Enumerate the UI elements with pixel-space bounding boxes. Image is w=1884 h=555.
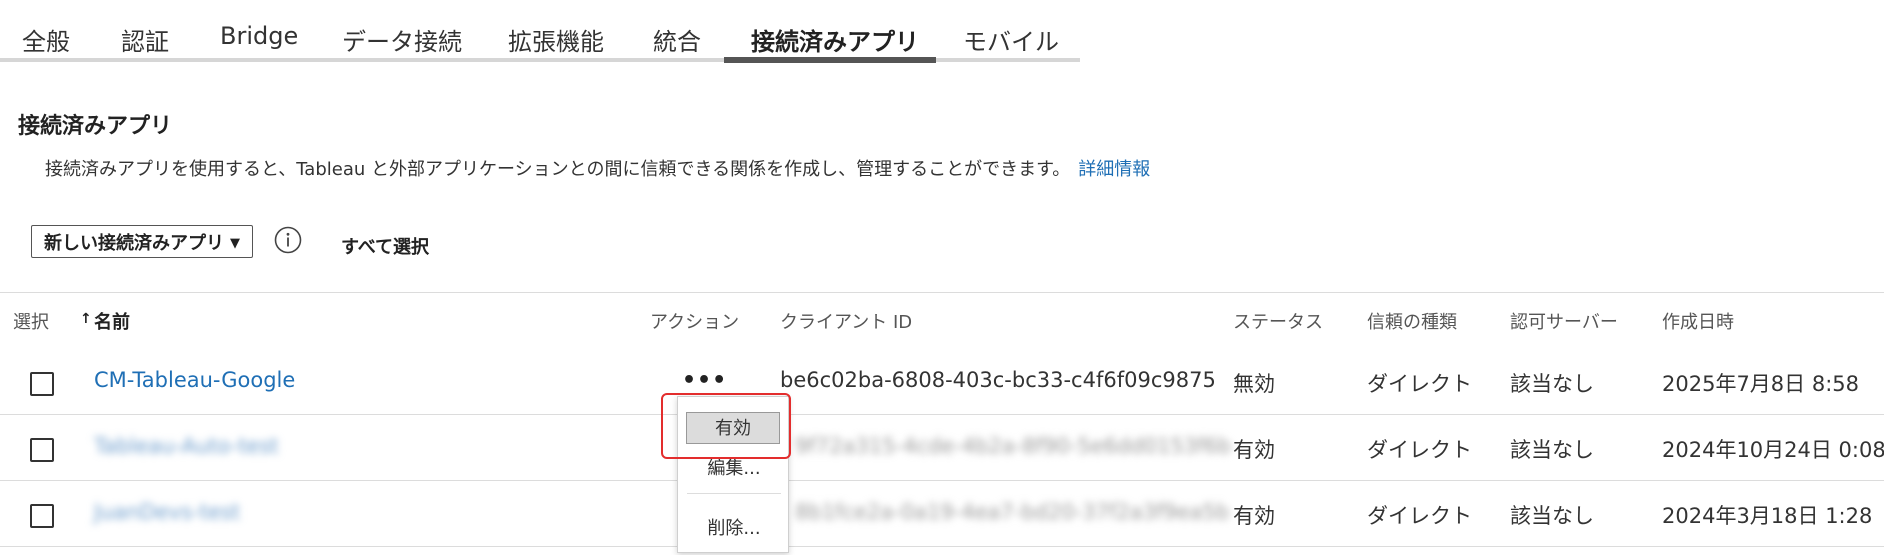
tab-data-connections[interactable]: データ接続 — [342, 22, 462, 57]
created-date: 2024年10月24日 0:08 — [1662, 438, 1884, 462]
row-divider — [0, 480, 1884, 481]
row-divider — [0, 546, 1884, 547]
trust-type-text: ダイレクト — [1367, 438, 1472, 462]
row-actions-button[interactable]: ••• — [682, 368, 727, 393]
select-all-button[interactable]: すべて選択 — [341, 233, 429, 259]
header-client-id[interactable]: クライアント ID — [780, 308, 912, 334]
section-description: 接続済みアプリを使用すると、Tableau と外部アプリケーションとの間に信頼で… — [45, 155, 1150, 181]
client-id: be6c02ba-6808-403c-bc33-c4f6f09c9875 — [780, 368, 1216, 392]
description-text: 接続済みアプリを使用すると、Tableau と外部アプリケーションとの間に信頼で… — [45, 159, 1071, 180]
tab-connected-apps[interactable]: 接続済みアプリ — [751, 22, 919, 57]
learn-more-link[interactable]: 詳細情報 — [1078, 159, 1150, 180]
app-name-link[interactable]: Tableau-Auto-test — [94, 434, 279, 458]
app-name-link[interactable]: CM-Tableau-Google — [94, 368, 295, 392]
row-checkbox[interactable] — [30, 372, 54, 396]
created-date: 2025年7月8日 8:58 — [1662, 372, 1859, 396]
auth-server-text: 該当なし — [1510, 372, 1594, 396]
auth-server-text: 該当なし — [1510, 438, 1594, 462]
new-connected-app-button[interactable]: 新しい接続済みアプリ ▼ — [31, 225, 253, 258]
header-actions: アクション — [650, 312, 740, 333]
tab-bridge[interactable]: Bridge — [220, 22, 298, 50]
header-select: 選択 — [13, 312, 49, 333]
chevron-down-icon: ▼ — [230, 236, 240, 251]
annotation-highlight-box — [661, 393, 791, 459]
header-auth-server[interactable]: 認可サーバー — [1510, 308, 1618, 334]
trust-type-text: ダイレクト — [1367, 372, 1472, 396]
header-created[interactable]: 作成日時 — [1662, 308, 1734, 334]
settings-tab-bar: 全般 認証 Bridge データ接続 拡張機能 統合 接続済みアプリ モバイル — [0, 0, 1080, 64]
created-date: 2024年3月18日 1:28 — [1662, 504, 1873, 528]
table-top-divider — [0, 292, 1884, 293]
row-checkbox[interactable] — [30, 438, 54, 462]
tab-integrations[interactable]: 統合 — [653, 22, 701, 57]
tab-extensions[interactable]: 拡張機能 — [508, 22, 604, 57]
tab-authentication[interactable]: 認証 — [121, 22, 169, 57]
app-name-link[interactable]: JuanDevs-test — [94, 500, 240, 524]
tab-mobile[interactable]: モバイル — [963, 22, 1059, 57]
active-tab-indicator — [724, 57, 936, 63]
row-checkbox[interactable] — [30, 504, 54, 528]
client-id: 8b1fce2a-0a19-4ea7-bd20-37f2a3f9ea5b — [795, 500, 1230, 524]
status-text: 無効 — [1233, 372, 1275, 396]
auth-server-text: 該当なし — [1510, 504, 1594, 528]
row-divider — [0, 414, 1884, 415]
new-connected-app-label: 新しい接続済みアプリ — [44, 232, 224, 254]
status-text: 有効 — [1233, 438, 1275, 462]
header-trust-type[interactable]: 信頼の種類 — [1367, 308, 1457, 334]
tab-general[interactable]: 全般 — [22, 22, 70, 57]
menu-separator — [687, 493, 781, 494]
header-status[interactable]: ステータス — [1233, 308, 1323, 334]
trust-type-text: ダイレクト — [1367, 504, 1472, 528]
status-text: 有効 — [1233, 504, 1275, 528]
header-name[interactable]: 名前 — [94, 308, 130, 334]
sort-ascending-icon[interactable]: ↑ — [80, 311, 92, 327]
info-circle-icon[interactable] — [274, 226, 302, 254]
section-title: 接続済みアプリ — [18, 114, 173, 139]
client-id: 9f72a315-4cde-4b2a-8f90-5e6dd0153f6b — [795, 434, 1232, 458]
menu-item-delete[interactable]: 削除... — [678, 514, 790, 540]
